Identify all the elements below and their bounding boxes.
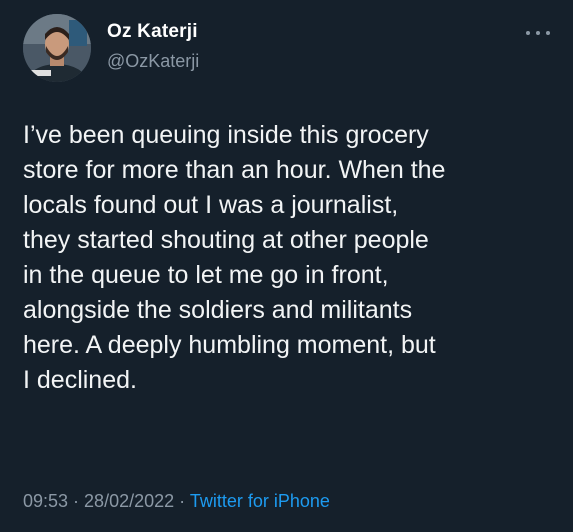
more-options-icon[interactable] <box>526 26 550 40</box>
profile-photo-icon <box>23 14 91 82</box>
tweet-text: I’ve been queuing inside this grocery st… <box>23 118 553 398</box>
avatar[interactable] <box>23 14 91 82</box>
tweet-line: here. A deeply humbling moment, but <box>23 331 436 359</box>
dot <box>546 31 550 35</box>
tweet-date[interactable]: 28/02/2022 <box>84 491 174 511</box>
dot <box>526 31 530 35</box>
tweet-meta: 09:53 · 28/02/2022 · Twitter for iPhone <box>23 491 330 512</box>
separator: · <box>174 491 190 511</box>
tweet-line: store for more than an hour. When the <box>23 156 446 184</box>
separator: · <box>68 491 85 511</box>
tweet-card: Oz Katerji @OzKaterji I’ve been queuing … <box>0 0 573 532</box>
tweet-source-link[interactable]: Twitter for iPhone <box>190 491 330 511</box>
tweet-line: they started shouting at other people <box>23 226 429 254</box>
author-name[interactable]: Oz Katerji <box>107 21 198 43</box>
tweet-time[interactable]: 09:53 <box>23 491 68 511</box>
tweet-line: in the queue to let me go in front, <box>23 261 389 289</box>
tweet-line: I’ve been queuing inside this grocery <box>23 121 429 149</box>
tweet-line: locals found out I was a journalist, <box>23 191 399 219</box>
tweet-line: I declined. <box>23 366 137 394</box>
tweet-line: alongside the soldiers and militants <box>23 296 413 324</box>
author-handle[interactable]: @OzKaterji <box>107 51 199 72</box>
dot <box>536 31 540 35</box>
